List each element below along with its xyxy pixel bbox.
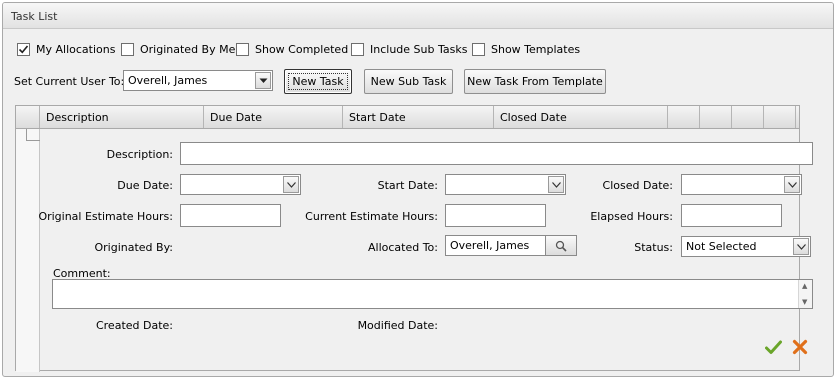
show-templates-checkbox[interactable]: Show Templates xyxy=(472,41,580,57)
closed-date-picker[interactable] xyxy=(681,174,802,195)
created-date-label: Created Date: xyxy=(95,319,173,332)
due-date-label: Due Date: xyxy=(117,179,173,192)
row-selector[interactable] xyxy=(16,129,40,372)
new-task-from-template-button[interactable]: New Task From Template xyxy=(464,69,606,94)
start-date-label: Start Date: xyxy=(377,179,438,192)
current-estimate-label: Current Estimate Hours: xyxy=(305,210,438,223)
tree-line-icon xyxy=(26,129,40,141)
comment-textarea[interactable]: ▲ ▼ xyxy=(52,279,813,309)
accept-button[interactable] xyxy=(764,338,782,356)
column-header-blank[interactable] xyxy=(764,106,796,128)
panel-title: Task List xyxy=(11,10,58,23)
checkbox-box[interactable] xyxy=(17,42,30,56)
task-list-panel: Task List My Allocations Originated By M… xyxy=(2,2,834,377)
checkbox-label: Include Sub Tasks xyxy=(370,42,468,56)
chevron-down-icon[interactable] xyxy=(255,72,271,89)
due-date-picker[interactable] xyxy=(180,174,301,195)
grid-header: Description Due Date Start Date Closed D… xyxy=(16,106,799,129)
chevron-down-icon[interactable] xyxy=(283,176,299,193)
current-user-value: Overell, James xyxy=(128,74,208,87)
column-header-description[interactable]: Description xyxy=(40,106,204,128)
description-input[interactable] xyxy=(180,142,813,165)
panel-header: Task List xyxy=(3,3,833,29)
allocated-to-field[interactable]: Overell, James xyxy=(445,235,546,256)
checkbox-box[interactable] xyxy=(472,42,485,56)
originated-by-label: Originated By: xyxy=(94,241,173,254)
column-header-blank[interactable] xyxy=(668,106,700,128)
search-icon xyxy=(555,240,567,252)
allocated-to-lookup-button[interactable] xyxy=(545,235,577,256)
column-header-closed-date[interactable]: Closed Date xyxy=(494,106,668,128)
chevron-down-icon[interactable] xyxy=(784,176,800,193)
include-sub-tasks-checkbox[interactable]: Include Sub Tasks xyxy=(351,41,467,57)
column-header-blank[interactable] xyxy=(700,106,732,128)
set-current-user-label: Set Current User To: xyxy=(14,75,125,88)
current-estimate-input[interactable] xyxy=(445,204,546,227)
checkbox-box[interactable] xyxy=(121,42,134,56)
checkbox-label: My Allocations xyxy=(36,42,116,56)
modified-date-label: Modified Date: xyxy=(357,319,438,332)
chevron-down-icon[interactable] xyxy=(548,176,564,193)
checkbox-box[interactable] xyxy=(351,42,364,56)
chevron-down-icon[interactable] xyxy=(793,238,809,255)
new-task-label: New Task xyxy=(292,75,344,88)
status-label: Status: xyxy=(634,241,673,254)
current-user-select[interactable]: Overell, James xyxy=(123,70,273,91)
allocated-to-value: Overell, James xyxy=(450,239,530,252)
closed-date-label: Closed Date: xyxy=(602,179,673,192)
start-date-picker[interactable] xyxy=(445,174,566,195)
column-header-due-date[interactable]: Due Date xyxy=(204,106,343,128)
new-sub-task-label: New Sub Task xyxy=(370,75,447,88)
grid-header-selector xyxy=(16,106,40,128)
checkbox-label: Show Templates xyxy=(491,42,581,56)
new-task-from-template-label: New Task From Template xyxy=(467,75,603,88)
show-completed-checkbox[interactable]: Show Completed xyxy=(236,41,348,57)
checkbox-label: Originated By Me xyxy=(140,42,236,56)
column-header-start-date[interactable]: Start Date xyxy=(343,106,494,128)
comment-scrollbar[interactable]: ▲ ▼ xyxy=(798,280,812,308)
elapsed-hours-input[interactable] xyxy=(681,204,782,227)
allocated-to-label: Allocated To: xyxy=(367,241,438,254)
checkbox-label: Show Completed xyxy=(255,42,349,56)
my-allocations-checkbox[interactable]: My Allocations xyxy=(17,41,115,57)
x-icon xyxy=(792,339,808,355)
column-header-blank[interactable] xyxy=(732,106,764,128)
checkmark-icon xyxy=(18,44,29,53)
checkbox-box[interactable] xyxy=(236,42,249,56)
status-select[interactable]: Not Selected xyxy=(681,236,811,257)
scroll-down-icon[interactable]: ▼ xyxy=(802,298,807,306)
original-estimate-label: Original Estimate Hours: xyxy=(38,210,173,223)
new-task-button[interactable]: New Task xyxy=(284,69,352,94)
description-label: Description: xyxy=(106,148,173,161)
scroll-up-icon[interactable]: ▲ xyxy=(802,282,807,290)
new-sub-task-button[interactable]: New Sub Task xyxy=(364,69,453,94)
elapsed-hours-label: Elapsed Hours: xyxy=(590,210,673,223)
original-estimate-input[interactable] xyxy=(180,204,281,227)
originated-by-me-checkbox[interactable]: Originated By Me xyxy=(121,41,235,57)
column-header-blank xyxy=(796,106,801,128)
checkmark-icon xyxy=(764,340,782,354)
status-value: Not Selected xyxy=(686,240,757,253)
cancel-button[interactable] xyxy=(791,338,809,356)
